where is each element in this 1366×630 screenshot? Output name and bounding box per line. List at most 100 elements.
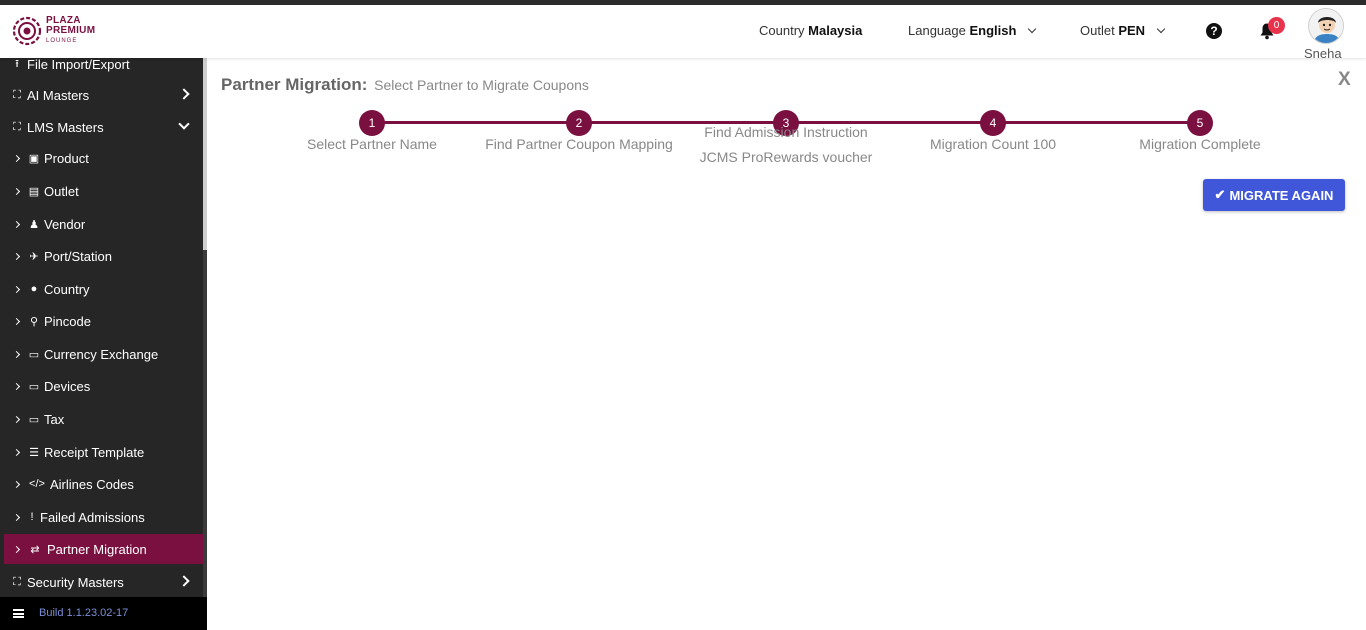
sidebar-scrollbar-track[interactable] — [203, 250, 207, 597]
list-alt-icon: ☰ — [29, 446, 39, 459]
sidebar-item-label: Port/Station — [44, 248, 112, 264]
building-icon: ▤ — [28, 185, 40, 198]
plane-icon: ✈ — [29, 250, 39, 263]
chevron-right-icon — [12, 285, 21, 293]
notification-badge: 0 — [1268, 17, 1285, 34]
sidebar-item-label: Vendor — [44, 216, 86, 232]
page-subtitle: Select Partner to Migrate Coupons — [374, 77, 589, 93]
sitemap-icon: ⛶ — [13, 120, 21, 133]
sidebar-item-label: Partner Migration — [47, 541, 147, 557]
gift-icon: ▣ — [28, 152, 40, 165]
plaza-premium-logo-icon — [12, 16, 42, 46]
username: Sneha — [1304, 46, 1342, 61]
sidebar-item-pincode[interactable]: ⚲ Pincode — [0, 306, 203, 336]
brand-logo[interactable]: PLAZA PREMIUM LOUNGE — [12, 15, 95, 47]
chevron-down-icon — [1156, 24, 1165, 34]
step-1-label: Select Partner Name — [307, 136, 437, 152]
language-label: Language — [908, 23, 966, 38]
exclamation-icon: ! — [30, 511, 34, 523]
sidebar-item-devices[interactable]: ▭ Devices — [0, 371, 203, 401]
sidebar-item-product[interactable]: ▣ Product — [0, 143, 203, 173]
sidebar-item-receipt-template[interactable]: ☰ Receipt Template — [0, 437, 203, 467]
exchange-icon: ⇄ — [30, 543, 40, 556]
user-avatar-icon — [1309, 9, 1343, 43]
chevron-right-icon — [12, 382, 21, 390]
sidebar-item-vendor[interactable]: ♟ Vendor — [0, 209, 203, 239]
sidebar-item-label: Receipt Template — [44, 444, 145, 460]
build-version: Build 1.1.23.02-17 — [39, 607, 129, 619]
sidebar-item-security-masters[interactable]: ⛶ Security Masters — [0, 567, 203, 597]
sidebar-item-label: Pincode — [44, 313, 91, 329]
sidebar-item-tax[interactable]: ▭ Tax — [0, 404, 203, 434]
main-content: Partner Migration: Select Partner to Mig… — [207, 58, 1366, 630]
language-dropdown[interactable]: Language English — [908, 23, 1037, 38]
sidebar-item-outlet[interactable]: ▤ Outlet — [0, 176, 203, 206]
avatar[interactable] — [1308, 8, 1344, 44]
sidebar-item-airlines-codes[interactable]: </> Airlines Codes — [0, 469, 203, 499]
sidebar-item-label: Country — [44, 281, 90, 297]
country-value: Malaysia — [808, 23, 863, 38]
sidebar-footer: Build 1.1.23.02-17 — [0, 597, 207, 630]
globe-icon: ● — [30, 283, 38, 295]
chevron-right-icon — [12, 545, 21, 553]
sitemap-icon: ⛶ — [13, 575, 21, 588]
step-2-label: Find Partner Coupon Mapping — [485, 136, 673, 152]
chevron-right-icon — [12, 448, 21, 456]
laptop-icon: ▭ — [28, 380, 40, 393]
person-icon: ♟ — [29, 218, 39, 231]
sidebar-item-currency-exchange[interactable]: ▭ Currency Exchange — [0, 339, 203, 369]
brand-text: PLAZA PREMIUM LOUNGE — [46, 16, 95, 46]
sidebar-item-label: Product — [44, 150, 89, 166]
chevron-right-icon — [12, 480, 21, 488]
sidebar-item-label: Tax — [44, 411, 65, 427]
brand-line-2: PREMIUM — [46, 25, 96, 36]
money-icon: ▭ — [28, 348, 40, 361]
outlet-value: PEN — [1118, 23, 1146, 38]
step-4-label: Migration Count 100 — [929, 136, 1057, 152]
sidebar-item-label: Currency Exchange — [44, 346, 159, 362]
sidebar-item-failed-admissions[interactable]: ! Failed Admissions — [0, 502, 203, 532]
chevron-right-icon — [178, 575, 190, 587]
chevron-right-icon — [12, 220, 21, 228]
sitemap-icon: ⛶ — [13, 88, 21, 101]
page-title-main: Partner Migration: — [221, 75, 368, 94]
chevron-right-icon — [12, 350, 21, 358]
migrate-again-label: MIGRATE AGAIN — [1229, 187, 1334, 203]
sidebar-item-label: Failed Admissions — [40, 509, 145, 525]
chevron-right-icon — [12, 415, 21, 423]
close-button[interactable]: X — [1338, 69, 1351, 91]
chevron-right-icon — [12, 513, 21, 521]
sidebar-item-partner-migration[interactable]: ⇄ Partner Migration — [4, 534, 203, 564]
sidebar-item-label: AI Masters — [27, 87, 90, 103]
top-header: PLAZA PREMIUM LOUNGE Country Malaysia La… — [0, 5, 1366, 61]
sidebar-item-label: Airlines Codes — [50, 476, 134, 492]
outlet-dropdown[interactable]: Outlet PEN — [1080, 23, 1165, 38]
step-3-sublabel: JCMS ProRewards voucher — [699, 149, 873, 165]
code-icon: </> — [29, 478, 45, 490]
sidebar-item-label: LMS Masters — [27, 119, 104, 135]
migrate-again-button[interactable]: ✔ MIGRATE AGAIN — [1203, 179, 1345, 211]
chevron-right-icon — [12, 154, 21, 162]
sidebar-item-label: File Import/Export — [27, 56, 130, 72]
chevron-down-icon — [178, 118, 190, 130]
chevron-right-icon — [12, 317, 21, 325]
chevron-right-icon — [12, 252, 21, 260]
step-5-label: Migration Complete — [1139, 136, 1261, 152]
sidebar-scrollbar-thumb[interactable] — [203, 55, 207, 250]
map-marker-icon: ⚲ — [29, 315, 39, 328]
hamburger-menu-icon[interactable] — [13, 609, 24, 618]
sidebar-item-country[interactable]: ● Country — [0, 274, 203, 304]
outlet-label: Outlet — [1080, 23, 1115, 38]
chevron-right-icon — [12, 187, 21, 195]
page-title: Partner Migration: Select Partner to Mig… — [221, 75, 589, 95]
sidebar-item-lms-masters[interactable]: ⛶ LMS Masters — [0, 112, 203, 142]
help-icon[interactable]: ? — [1206, 23, 1222, 39]
sidebar-item-label: Security Masters — [27, 574, 124, 590]
money-icon: ▭ — [28, 413, 40, 426]
sidebar-item-port-station[interactable]: ✈ Port/Station — [0, 241, 203, 271]
check-icon: ✔ — [1214, 187, 1226, 202]
country-label: Country — [759, 23, 805, 38]
sidebar-item-ai-masters[interactable]: ⛶ AI Masters — [0, 80, 203, 110]
brand-line-3: LOUNGE — [46, 38, 78, 44]
country-selector[interactable]: Country Malaysia — [759, 23, 862, 38]
